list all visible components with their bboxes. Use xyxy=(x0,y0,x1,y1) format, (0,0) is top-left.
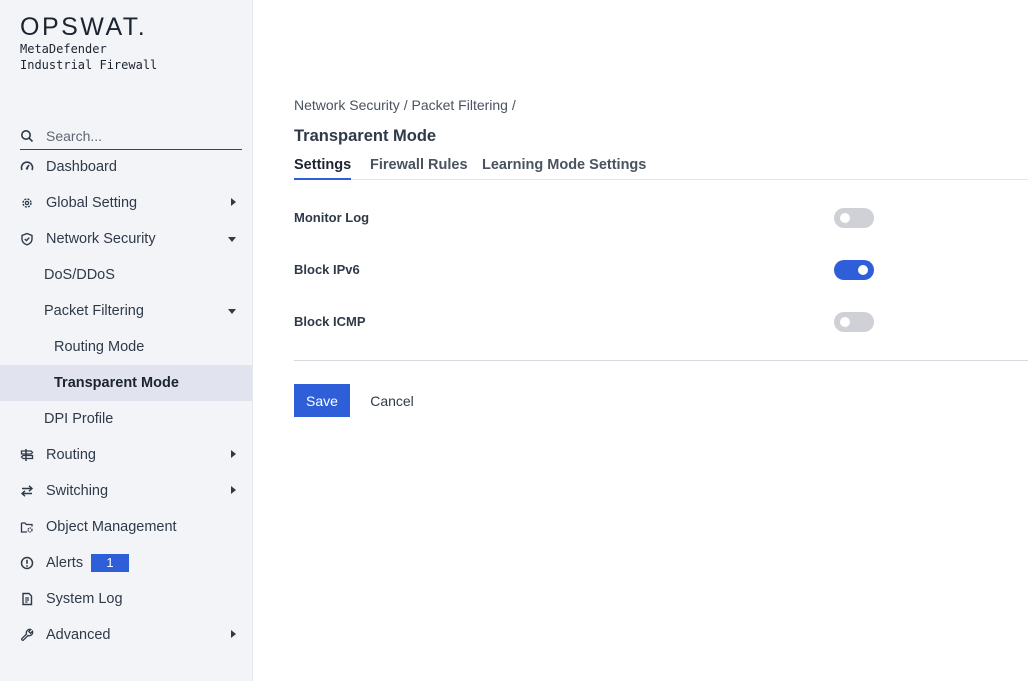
search-box xyxy=(20,122,242,150)
chevron-down-icon xyxy=(228,237,236,242)
chevron-down-icon xyxy=(228,309,236,314)
sidebar-item-label: Routing xyxy=(46,447,96,463)
cancel-button[interactable]: Cancel xyxy=(360,384,424,417)
sidebar-item-dos-ddos[interactable]: DoS/DDoS xyxy=(0,257,252,293)
sidebar-item-object-management[interactable]: Object Management xyxy=(0,509,252,545)
toggle-knob xyxy=(840,317,850,327)
tab-learning-mode-settings[interactable]: Learning Mode Settings xyxy=(482,157,646,180)
breadcrumb: Network Security / Packet Filtering / xyxy=(294,97,516,113)
sidebar-item-dashboard[interactable]: Dashboard xyxy=(0,149,252,185)
sidebar-item-label: Routing Mode xyxy=(54,339,145,355)
wrench-icon xyxy=(20,628,34,642)
sidebar-nav: Dashboard Global Setting Network Securit… xyxy=(0,149,252,653)
sidebar-item-system-log[interactable]: System Log xyxy=(0,581,252,617)
sidebar-item-label: Transparent Mode xyxy=(54,375,179,391)
sidebar-item-network-security[interactable]: Network Security xyxy=(0,221,252,257)
sidebar-item-switching[interactable]: Switching xyxy=(0,473,252,509)
sidebar-item-packet-filtering[interactable]: Packet Filtering xyxy=(0,293,252,329)
chevron-right-icon xyxy=(231,630,236,638)
sidebar-item-label: Network Security xyxy=(46,231,156,247)
log-file-icon xyxy=(20,592,34,606)
chevron-right-icon xyxy=(231,450,236,458)
setting-label: Block IPv6 xyxy=(294,262,360,277)
setting-row-block-icmp: Block ICMP xyxy=(294,312,874,332)
sidebar-item-label: Switching xyxy=(46,483,109,499)
opswat-logo: OPSWAT. xyxy=(20,13,148,41)
setting-row-monitor-log: Monitor Log xyxy=(294,208,874,228)
setting-row-block-ipv6: Block IPv6 xyxy=(294,260,874,280)
chevron-right-icon xyxy=(231,198,236,206)
divider xyxy=(294,360,1028,361)
signpost-icon xyxy=(20,448,34,462)
sidebar-item-label: DPI Profile xyxy=(44,411,114,427)
page-title: Transparent Mode xyxy=(294,127,437,145)
sidebar-item-label: Packet Filtering xyxy=(44,303,144,319)
setting-label: Monitor Log xyxy=(294,210,370,225)
sidebar-item-label: Dashboard xyxy=(46,159,117,175)
chevron-right-icon xyxy=(231,486,236,494)
block-ipv6-toggle[interactable] xyxy=(834,260,874,280)
monitor-log-toggle[interactable] xyxy=(834,208,874,228)
sidebar-item-label: DoS/DDoS xyxy=(44,267,115,283)
toggle-knob xyxy=(858,265,868,275)
gear-icon xyxy=(20,196,34,210)
sidebar-item-label: Object Management xyxy=(46,519,177,535)
sidebar-item-routing[interactable]: Routing xyxy=(0,437,252,473)
alert-circle-icon xyxy=(20,556,34,570)
sidebar-item-advanced[interactable]: Advanced xyxy=(0,617,252,653)
product-name-line1: MetaDefender xyxy=(20,42,107,56)
tab-bar: Settings Firewall Rules Learning Mode Se… xyxy=(294,157,1028,180)
dashboard-icon xyxy=(20,160,34,174)
product-name-line2: Industrial Firewall xyxy=(20,58,158,72)
folder-gear-icon xyxy=(20,520,34,534)
toggle-knob xyxy=(840,213,850,223)
tab-settings[interactable]: Settings xyxy=(294,157,352,180)
search-icon xyxy=(21,129,34,142)
sidebar-item-label: System Log xyxy=(46,591,123,607)
shield-icon xyxy=(20,232,34,246)
switch-arrows-icon xyxy=(20,484,34,498)
block-icmp-toggle[interactable] xyxy=(834,312,874,332)
sidebar-item-global-setting[interactable]: Global Setting xyxy=(0,185,252,221)
sidebar-item-dpi-profile[interactable]: DPI Profile xyxy=(0,401,252,437)
sidebar-item-label: Global Setting xyxy=(46,195,138,211)
sidebar: OPSWAT. MetaDefender Industrial Firewall… xyxy=(0,0,253,681)
alerts-count-badge: 1 xyxy=(91,554,129,572)
tab-firewall-rules[interactable]: Firewall Rules xyxy=(370,157,468,180)
setting-label: Block ICMP xyxy=(294,314,366,329)
brand: OPSWAT. MetaDefender Industrial Firewall xyxy=(20,14,157,73)
search-input[interactable] xyxy=(46,127,226,144)
save-button[interactable]: Save xyxy=(294,384,350,417)
sidebar-item-transparent-mode[interactable]: Transparent Mode xyxy=(0,365,252,401)
sidebar-item-routing-mode[interactable]: Routing Mode xyxy=(0,329,252,365)
main-content: Network Security / Packet Filtering / Tr… xyxy=(294,0,1028,681)
sidebar-item-label: Alerts xyxy=(46,555,84,571)
sidebar-item-label: Advanced xyxy=(46,627,111,643)
sidebar-item-alerts[interactable]: Alerts 1 xyxy=(0,545,252,581)
